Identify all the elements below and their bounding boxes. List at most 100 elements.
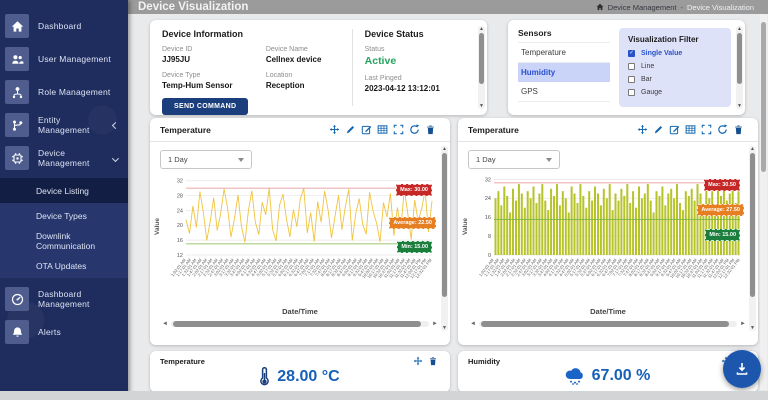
sidebar-item-user-management[interactable]: User Management	[0, 46, 128, 72]
scroll-left-icon[interactable]: ◄	[162, 320, 168, 328]
chart-toolbar	[637, 124, 744, 135]
sidebar-subitem-device-types[interactable]: Device Types	[0, 203, 128, 228]
move-icon[interactable]	[413, 356, 423, 366]
chart-vertical-scrollbar[interactable]: ▲▼	[749, 146, 756, 331]
checkbox-icon[interactable]	[628, 76, 635, 83]
download-fab-button[interactable]	[723, 350, 761, 388]
svg-text:32: 32	[485, 177, 491, 183]
temperature-bar-chart-panel: Temperature 1 Day Value 081624321:02:01 …	[458, 118, 758, 345]
device-management-submenu: Device Listing Device Types Downlink Com…	[0, 178, 128, 278]
sidebar-item-dashboard[interactable]: Dashboard	[0, 13, 128, 39]
breadcrumb-separator: -	[681, 3, 684, 12]
field-label: Location	[266, 72, 352, 79]
annotate-icon[interactable]	[361, 124, 372, 135]
sidebar-item-device-management[interactable]: Device Management	[0, 145, 128, 171]
value-row: 67.00 %	[468, 367, 746, 385]
sensor-item-gps[interactable]: GPS	[518, 82, 610, 102]
device-info-fields: Device ID JJ95JU Device Name Cellnex dev…	[162, 46, 352, 90]
status-badge: Active	[365, 55, 473, 67]
sidebar-subitem-device-listing[interactable]: Device Listing	[0, 178, 128, 203]
min-badge: Min: 15.00	[705, 229, 740, 241]
sidebar-subitem-downlink-communication[interactable]: Downlink Communication	[0, 228, 128, 253]
refresh-icon[interactable]	[409, 124, 420, 135]
users-icon	[5, 47, 29, 71]
sidebar-item-role-management[interactable]: Role Management	[0, 79, 128, 105]
move-icon[interactable]	[329, 124, 340, 135]
scroll-right-icon[interactable]: ►	[740, 320, 746, 328]
home-icon	[5, 14, 29, 38]
line-chart-body: Value 1216202428321:02:01 AM1:17:01 AM1:…	[154, 171, 446, 311]
page-scrollbar[interactable]	[760, 14, 767, 390]
fullscreen-icon[interactable]	[701, 124, 712, 135]
field-label: Device ID	[162, 46, 248, 53]
field-location: Location Reception	[266, 72, 352, 90]
download-icon	[735, 362, 749, 376]
device-information-section: Device Information Device ID JJ95JU Devi…	[162, 29, 352, 106]
send-command-button[interactable]: SEND COMMAND	[162, 98, 248, 115]
sidebar-subitem-ota-updates[interactable]: OTA Updates	[0, 253, 128, 278]
delete-icon[interactable]	[428, 356, 438, 366]
device-status-title: Device Status	[365, 29, 473, 39]
chart-horizontal-scrollbar[interactable]: ◄ ►	[470, 320, 746, 328]
fullscreen-icon[interactable]	[393, 124, 404, 135]
humidity-value-card: Humidity 67.00 %	[458, 351, 758, 392]
breadcrumb-section[interactable]: Device Management	[608, 3, 677, 12]
average-badge: Average: 22.50	[389, 217, 436, 229]
refresh-icon[interactable]	[717, 124, 728, 135]
info-panel-scrollbar[interactable]: ▲▼	[478, 26, 485, 109]
subitem-label: OTA Updates	[36, 261, 86, 271]
entity-branch-icon	[5, 113, 29, 137]
chart-vertical-scrollbar[interactable]: ▲▼	[441, 146, 448, 331]
sidebar-item-label: Alerts	[38, 327, 61, 337]
filter-option-line[interactable]: Line	[628, 63, 722, 70]
svg-text:24: 24	[485, 196, 491, 202]
sensor-item-humidity[interactable]: Humidity	[518, 63, 610, 82]
svg-text:16: 16	[177, 238, 183, 244]
filter-option-bar[interactable]: Bar	[628, 76, 722, 83]
sidebar-item-label: Dashboard	[38, 21, 81, 31]
sensors-panel-scrollbar[interactable]: ▲▼	[736, 26, 743, 109]
edit-pencil-icon[interactable]	[345, 124, 356, 135]
sidebar-item-entity-management[interactable]: Entity Management	[0, 112, 128, 138]
time-range-select[interactable]: 1 Day	[468, 150, 560, 169]
move-icon[interactable]	[637, 124, 648, 135]
svg-text:28: 28	[177, 193, 183, 199]
chart-horizontal-scrollbar[interactable]: ◄ ►	[162, 320, 438, 328]
filter-option-label: Gauge	[641, 89, 662, 96]
table-icon[interactable]	[377, 124, 388, 135]
edit-pencil-icon[interactable]	[653, 124, 664, 135]
sidebar-item-dashboard-management[interactable]: Dashboard Management	[0, 286, 128, 312]
checkbox-icon[interactable]	[628, 63, 635, 70]
sidebar-item-label: Entity Management	[38, 115, 113, 135]
breadcrumb-home-icon[interactable]	[596, 3, 604, 11]
svg-text:20: 20	[177, 223, 183, 229]
table-icon[interactable]	[685, 124, 696, 135]
scroll-right-icon[interactable]: ►	[432, 320, 438, 328]
checkbox-icon[interactable]	[628, 89, 635, 96]
filter-option-single-value[interactable]: Single Value	[628, 50, 722, 57]
sensor-item-temperature[interactable]: Temperature	[518, 43, 610, 63]
field-value: Temp-Hum Sensor	[162, 81, 248, 90]
time-range-select[interactable]: 1 Day	[160, 150, 252, 169]
device-sensor-icon	[5, 146, 29, 170]
checkbox-checked-icon[interactable]	[628, 50, 635, 57]
device-status-section: Device Status Status Active Last Pinged …	[352, 29, 473, 106]
min-badge: Min: 15.00	[397, 241, 432, 253]
chart-panel-header: Temperature	[458, 118, 758, 142]
subitem-label: Device Listing	[36, 186, 89, 196]
sidebar-item-label: Dashboard Management	[38, 289, 128, 309]
sidebar-item-alerts[interactable]: Alerts	[0, 319, 128, 345]
value-card-header: Temperature	[160, 356, 438, 366]
chart-title: Temperature	[160, 125, 211, 135]
sidebar-item-label: User Management	[38, 54, 111, 64]
breadcrumb-current-page: Device Visualization	[687, 3, 754, 12]
scroll-left-icon[interactable]: ◄	[470, 320, 476, 328]
filter-option-gauge[interactable]: Gauge	[628, 89, 722, 96]
value-card-toolbar	[413, 356, 438, 366]
annotate-icon[interactable]	[669, 124, 680, 135]
bottom-edge-strip	[0, 391, 768, 400]
delete-icon[interactable]	[733, 124, 744, 135]
filter-option-label: Single Value	[641, 50, 682, 57]
max-badge: Max: 30.00	[396, 184, 432, 196]
delete-icon[interactable]	[425, 124, 436, 135]
